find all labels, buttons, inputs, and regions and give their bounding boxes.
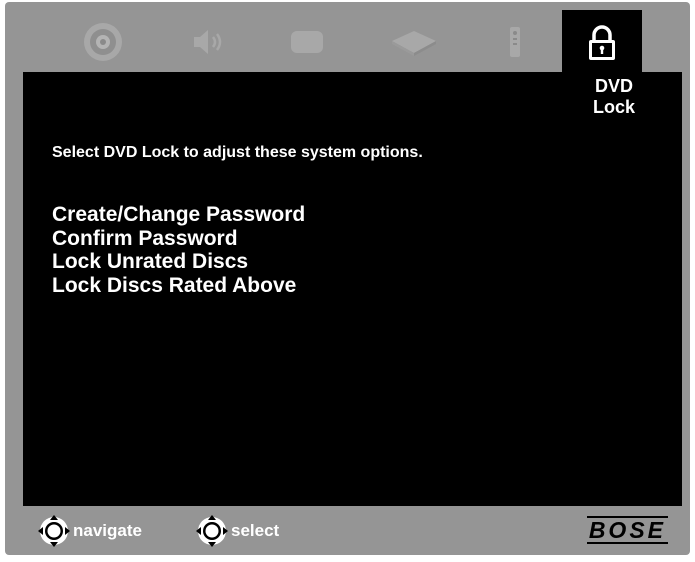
select-hint: select <box>195 515 279 547</box>
menu-item-lock-unrated-discs[interactable]: Lock Unrated Discs <box>52 250 305 274</box>
active-tab-label: DVD Lock <box>572 76 656 118</box>
lock-icon <box>589 25 615 60</box>
navigate-hint: navigate <box>37 515 142 547</box>
tab-video[interactable] <box>277 16 337 68</box>
tab-player[interactable] <box>384 16 444 68</box>
footer-bar: navigate select BOSE <box>23 510 682 552</box>
tab-audio[interactable] <box>177 16 237 68</box>
select-button-icon <box>196 515 228 547</box>
select-label: select <box>231 521 280 540</box>
tab-disc[interactable] <box>73 16 133 68</box>
speaker-icon <box>194 30 222 54</box>
menu-frame: DVD Lock Select DVD Lock to adjust these… <box>5 2 690 555</box>
tv-icon <box>291 31 323 53</box>
instruction-text: Select DVD Lock to adjust these system o… <box>52 144 423 161</box>
menu-item-create-change-password[interactable]: Create/Change Password <box>52 203 305 227</box>
active-tab-label-line1: DVD <box>594 76 633 96</box>
tab-bar <box>5 2 690 76</box>
dvd-player-icon <box>392 31 436 56</box>
remote-icon <box>510 27 520 57</box>
tab-dvd-lock[interactable] <box>562 10 642 76</box>
options-menu: Create/Change Password Confirm Password … <box>52 203 305 297</box>
tab-remote[interactable] <box>485 16 545 68</box>
menu-item-lock-discs-rated-above[interactable]: Lock Discs Rated Above <box>52 274 305 298</box>
bose-logo: BOSE <box>586 516 668 544</box>
content-screen: DVD Lock Select DVD Lock to adjust these… <box>23 72 682 506</box>
menu-item-confirm-password[interactable]: Confirm Password <box>52 227 305 251</box>
navigate-label: navigate <box>73 521 142 540</box>
active-tab-label-line2: Lock <box>592 97 635 117</box>
dpad-icon <box>38 515 70 547</box>
disc-icon <box>84 23 122 61</box>
